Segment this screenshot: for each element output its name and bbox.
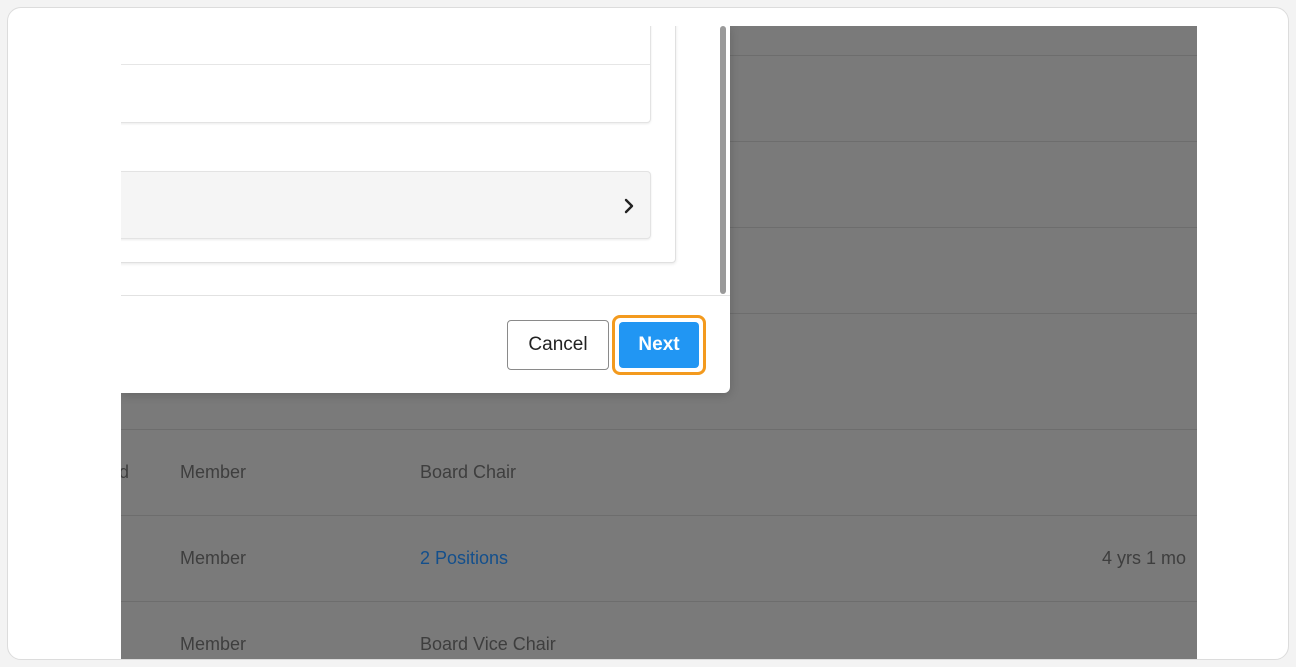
position-cell: Board Vice Chair — [420, 634, 556, 654]
modal-body — [121, 26, 730, 296]
next-button-highlight: Next — [612, 315, 706, 375]
form-field-group — [121, 26, 651, 123]
field-divider — [121, 64, 650, 65]
row-divider — [121, 601, 1197, 602]
chevron-right-icon — [624, 198, 634, 214]
tenure-cell: 4 yrs 1 mo — [1102, 548, 1187, 568]
modal-dialog: Cancel Next — [121, 26, 730, 393]
row-divider — [121, 515, 1197, 516]
screenshot-frame: ed Member Board Chair Member 2 Positions… — [7, 7, 1289, 660]
modal-scrollbar[interactable] — [720, 26, 726, 294]
modal-footer: Cancel Next — [121, 297, 730, 393]
app-viewport: ed Member Board Chair Member 2 Positions… — [121, 26, 1197, 659]
status-cell: ed — [121, 462, 129, 483]
position-cell: Board Chair — [420, 462, 517, 482]
next-button[interactable]: Next — [619, 322, 699, 368]
cancel-button[interactable]: Cancel — [507, 320, 609, 370]
role-cell: Member — [180, 634, 247, 654]
expand-section-row[interactable] — [121, 171, 651, 239]
role-cell: Member — [180, 462, 247, 482]
row-divider — [121, 429, 1197, 430]
positions-link[interactable]: 2 Positions — [420, 548, 508, 569]
role-cell: Member — [180, 548, 247, 568]
